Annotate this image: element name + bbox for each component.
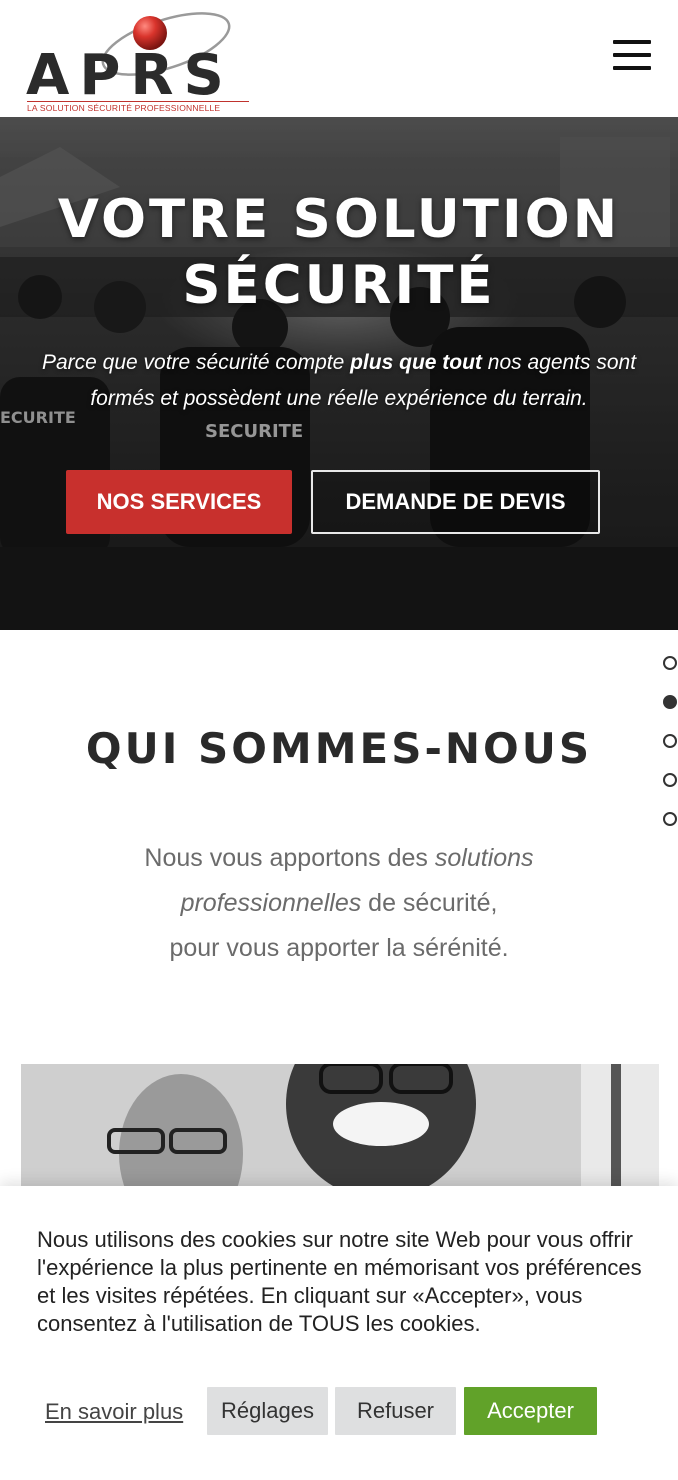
team-photo-image xyxy=(21,1064,659,1194)
cookie-message: Nous utilisons des cookies sur notre sit… xyxy=(37,1227,642,1336)
section-dot-5[interactable] xyxy=(663,812,677,826)
logo-wordmark: APRS xyxy=(26,43,234,108)
hero-subtitle: Parce que votre sécurité compte plus que… xyxy=(20,345,658,417)
services-button[interactable]: NOS SERVICES xyxy=(66,470,292,534)
team-photo xyxy=(21,1064,659,1194)
hamburger-menu-icon[interactable] xyxy=(610,38,654,72)
about-text-line3: pour vous apporter la sérénité. xyxy=(169,934,509,962)
hero-title-line1: VOTRE SOLUTION xyxy=(57,189,621,250)
logo-tagline: LA SOLUTION SÉCURITÉ PROFESSIONNELLE xyxy=(27,101,249,113)
cookie-accept-button[interactable]: Accepter xyxy=(464,1387,597,1435)
hero-title-line2: SÉCURITÉ xyxy=(182,255,496,316)
hero-subtitle-bold: plus que tout xyxy=(350,351,482,374)
hero-subtitle-part1: Parce que votre sécurité compte xyxy=(41,351,351,374)
about-text-part2: de sécurité, xyxy=(361,889,498,917)
about-text-part1: Nous vous apportons des xyxy=(144,844,435,872)
cookie-learn-more-link[interactable]: En savoir plus xyxy=(45,1399,183,1425)
hero-section: SECURITE ECURITE VOTRE SOLUTION SÉCURITÉ… xyxy=(0,117,678,630)
section-dot-2[interactable] xyxy=(663,695,677,709)
section-dot-1[interactable] xyxy=(663,656,677,670)
cookie-banner: Nous utilisons des cookies sur notre sit… xyxy=(0,1186,678,1480)
quote-request-button[interactable]: DEMANDE DE DEVIS xyxy=(311,470,600,534)
about-title: QUI SOMMES-NOUS xyxy=(85,724,593,773)
aprs-logo[interactable]: APRS LA SOLUTION SÉCURITÉ PROFESSIONNELL… xyxy=(24,6,256,114)
site-header: APRS LA SOLUTION SÉCURITÉ PROFESSIONNELL… xyxy=(0,0,678,117)
about-text: Nous vous apportons des solutions profes… xyxy=(80,836,598,971)
cookie-settings-button[interactable]: Réglages xyxy=(207,1387,328,1435)
hero-title: VOTRE SOLUTION SÉCURITÉ xyxy=(0,187,678,319)
section-dot-4[interactable] xyxy=(663,773,677,787)
cookie-refuse-button[interactable]: Refuser xyxy=(335,1387,456,1435)
